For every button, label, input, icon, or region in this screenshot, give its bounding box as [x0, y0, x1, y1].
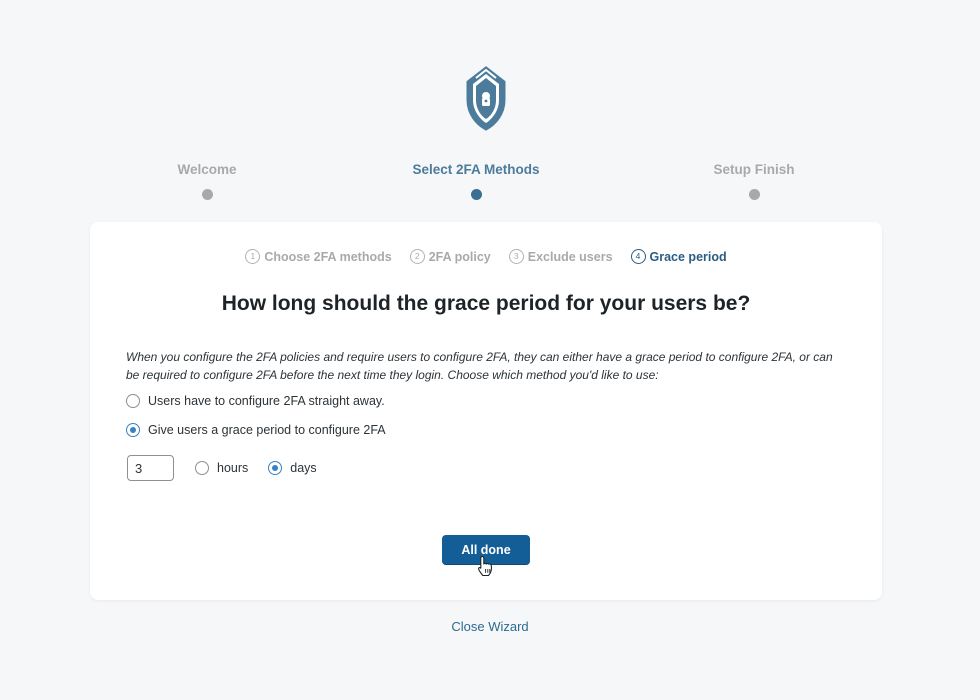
page-title: How long should the grace period for you…	[221, 292, 751, 315]
radio-immediate[interactable]	[126, 394, 140, 408]
option-label: Users have to configure 2FA straight awa…	[148, 394, 385, 408]
shield-lock-icon	[466, 66, 506, 131]
sub-steps: 1 Choose 2FA methods 2 2FA policy 3 Excl…	[90, 249, 882, 264]
sub-step-label: Grace period	[649, 249, 727, 264]
wizard-step-label: Setup Finish	[713, 162, 795, 177]
wizard-step-select-methods: Select 2FA Methods	[376, 162, 576, 200]
unit-label-hours: hours	[217, 461, 249, 475]
radio-hours[interactable]	[195, 461, 209, 475]
wizard-step-label: Welcome	[177, 162, 237, 177]
option-immediate[interactable]: Users have to configure 2FA straight awa…	[126, 394, 385, 408]
sub-step-label: Choose 2FA methods	[264, 249, 392, 264]
unit-label-days: days	[290, 461, 317, 475]
grace-period-row: hours days	[127, 455, 317, 481]
sub-step-policy: 2 2FA policy	[409, 249, 491, 264]
wizard-step-welcome: Welcome	[107, 162, 307, 200]
close-wizard-link[interactable]: Close Wizard	[0, 619, 980, 634]
radio-days[interactable]	[268, 461, 283, 475]
wizard-step-setup-finish: Setup Finish	[654, 162, 854, 200]
grace-period-input[interactable]	[127, 455, 174, 481]
wizard-step-label: Select 2FA Methods	[412, 162, 540, 177]
radio-grace-period[interactable]	[126, 423, 140, 437]
wizard-step-dot	[748, 189, 760, 200]
option-label: Give users a grace period to configure 2…	[148, 423, 386, 437]
sub-step-choose-methods: 1 Choose 2FA methods	[245, 249, 392, 264]
step-number: 2	[409, 249, 425, 264]
wizard-step-dot	[470, 189, 482, 200]
unit-hours[interactable]: hours	[195, 461, 248, 475]
hand-pointer-cursor-icon	[478, 555, 493, 577]
sub-step-label: Exclude users	[527, 249, 613, 264]
unit-days[interactable]: days	[268, 461, 317, 475]
wizard-steps: Welcome Select 2FA Methods Setup Finish	[0, 162, 980, 212]
description-text: When you configure the 2FA policies and …	[126, 350, 833, 382]
step-number: 1	[245, 249, 261, 264]
sub-step-label: 2FA policy	[428, 249, 491, 264]
wizard-card: 1 Choose 2FA methods 2 2FA policy 3 Excl…	[90, 222, 882, 600]
sub-step-grace-period: 4 Grace period	[630, 249, 727, 264]
step-number: 3	[508, 249, 524, 264]
step-number: 4	[630, 249, 646, 264]
option-grace-period[interactable]: Give users a grace period to configure 2…	[126, 423, 386, 437]
wizard-step-dot	[201, 189, 213, 200]
sub-step-exclude-users: 3 Exclude users	[508, 249, 613, 264]
